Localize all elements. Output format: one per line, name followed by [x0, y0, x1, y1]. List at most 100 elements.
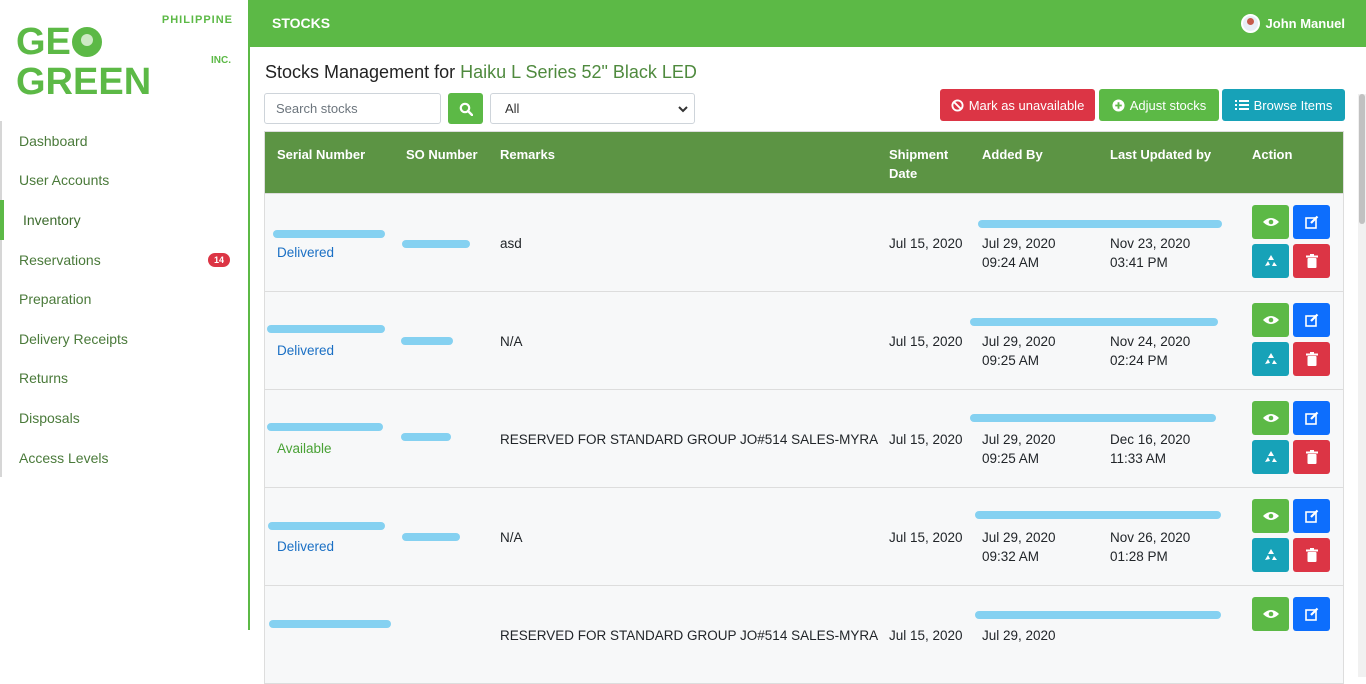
updated-date: Dec 16, 2020: [1110, 432, 1191, 447]
sidebar-item-inventory[interactable]: Inventory: [0, 200, 248, 240]
ban-icon: [951, 98, 964, 112]
sidebar-item-label: Inventory: [23, 211, 81, 228]
company-logo[interactable]: PHILIPPINE GEGREEN INC.: [16, 12, 236, 102]
button-label: Adjust stocks: [1129, 97, 1207, 113]
button-label: Browse Items: [1253, 97, 1333, 113]
recycle-button[interactable]: [1252, 440, 1289, 474]
status-label: Delivered: [277, 539, 335, 554]
remarks-cell: N/A: [500, 530, 523, 545]
edit-button[interactable]: [1293, 401, 1330, 435]
browse-items-button[interactable]: Browse Items: [1222, 89, 1345, 121]
delete-button[interactable]: [1293, 440, 1330, 474]
plus-circle-icon: [1112, 98, 1125, 112]
status-label: Delivered: [277, 245, 335, 260]
shipment-date-cell: Jul 15, 2020: [889, 628, 963, 643]
trash-icon: [1305, 254, 1318, 268]
edit-button[interactable]: [1293, 499, 1330, 533]
logo-inc: INC.: [211, 55, 231, 66]
recycle-button[interactable]: [1252, 342, 1289, 376]
view-button[interactable]: [1252, 597, 1289, 631]
edit-button[interactable]: [1293, 205, 1330, 239]
view-button[interactable]: [1252, 499, 1289, 533]
edit-button[interactable]: [1293, 303, 1330, 337]
eye-icon: [1262, 512, 1279, 520]
user-menu[interactable]: John Manuel: [1240, 14, 1345, 33]
shipment-date-cell: Jul 15, 2020: [889, 236, 963, 251]
sidebar-item-label: Disposals: [19, 409, 80, 426]
redacted-user-names: [975, 511, 1221, 519]
sidebar-item-label: Delivery Receipts: [19, 330, 128, 347]
recycle-button[interactable]: [1252, 244, 1289, 278]
vertical-scrollbar[interactable]: [1358, 94, 1366, 677]
recycle-button[interactable]: [1252, 538, 1289, 572]
view-button[interactable]: [1252, 205, 1289, 239]
redacted-user-names: [970, 318, 1218, 326]
status-label: Delivered: [277, 343, 335, 358]
scrollbar-thumb[interactable]: [1359, 94, 1365, 224]
search-icon: [459, 102, 473, 116]
eye-icon: [1262, 316, 1279, 324]
delete-button[interactable]: [1293, 244, 1330, 278]
view-button[interactable]: [1252, 303, 1289, 337]
recycle-icon: [1264, 255, 1277, 266]
edit-icon: [1304, 411, 1318, 425]
shipment-date-cell: Jul 15, 2020: [889, 334, 963, 349]
sidebar-item-delivery-receipts[interactable]: Delivery Receipts: [2, 319, 248, 359]
sidebar-item-disposals[interactable]: Disposals: [2, 398, 248, 438]
sidebar: PHILIPPINE GEGREEN INC. Dashboard User A…: [0, 0, 250, 630]
eye-icon: [1262, 414, 1279, 422]
added-date: Jul 29, 2020: [982, 432, 1056, 447]
view-button[interactable]: [1252, 401, 1289, 435]
column-header-action: Action: [1252, 147, 1293, 162]
added-time: 09:25 AM: [982, 353, 1040, 368]
chevron-down-icon: [678, 105, 688, 112]
sidebar-item-reservations[interactable]: Reservations 14: [2, 240, 248, 280]
sidebar-item-label: Reservations: [19, 251, 101, 268]
column-header-last-updated-by[interactable]: Last Updated by: [1110, 145, 1211, 164]
redacted-serial-number: [267, 423, 383, 431]
sidebar-item-returns[interactable]: Returns: [2, 359, 248, 399]
sidebar-item-preparation[interactable]: Preparation: [2, 279, 248, 319]
status-label: Available: [277, 441, 332, 456]
table-row: Delivered asd Jul 15, 2020 Jul 29, 2020 …: [265, 193, 1343, 291]
delete-button[interactable]: [1293, 538, 1330, 572]
column-header-added-by[interactable]: Added By: [982, 145, 1043, 164]
stocks-table: Serial Number SO Number Remarks Shipment…: [264, 131, 1344, 684]
column-header-shipment-date[interactable]: Shipment Date: [889, 145, 959, 183]
list-icon: [1234, 100, 1249, 110]
column-header-so-number[interactable]: SO Number: [406, 145, 478, 164]
delete-button[interactable]: [1293, 342, 1330, 376]
shipment-date-cell: Jul 15, 2020: [889, 530, 963, 545]
updated-time: 03:41 PM: [1110, 255, 1168, 270]
edit-button[interactable]: [1293, 597, 1330, 631]
edit-icon: [1304, 313, 1318, 327]
status-filter-select[interactable]: All: [490, 93, 695, 124]
table-row: Delivered N/A Jul 15, 2020 Jul 29, 2020 …: [265, 487, 1343, 585]
mark-unavailable-button[interactable]: Mark as unavailable: [940, 89, 1095, 121]
adjust-stocks-button[interactable]: Adjust stocks: [1099, 89, 1219, 121]
redacted-user-names: [970, 414, 1216, 422]
redacted-user-names: [978, 220, 1222, 228]
sidebar-item-label: Preparation: [19, 291, 92, 308]
remarks-cell: RESERVED FOR STANDARD GROUP JO#514 SALES…: [500, 628, 879, 643]
sidebar-item-dashboard[interactable]: Dashboard: [2, 121, 248, 161]
search-input[interactable]: [264, 93, 441, 124]
filter-selected-value: All: [505, 101, 520, 116]
edit-icon: [1304, 509, 1318, 523]
search-button[interactable]: [448, 93, 483, 124]
updated-date: Nov 26, 2020: [1110, 530, 1191, 545]
column-header-remarks[interactable]: Remarks: [500, 145, 555, 164]
sidebar-item-user-accounts[interactable]: User Accounts: [2, 161, 248, 201]
added-time: 09:24 AM: [982, 255, 1040, 270]
remarks-cell: N/A: [500, 334, 523, 349]
table-row: RESERVED FOR STANDARD GROUP JO#514 SALES…: [265, 585, 1343, 683]
redacted-serial-number: [267, 325, 385, 333]
column-header-serial[interactable]: Serial Number: [277, 145, 365, 164]
sidebar-item-access-levels[interactable]: Access Levels: [2, 438, 248, 478]
updated-time: 02:24 PM: [1110, 353, 1168, 368]
table-row: Available RESERVED FOR STANDARD GROUP JO…: [265, 389, 1343, 487]
reservations-count-badge: 14: [207, 252, 230, 267]
sidebar-item-label: Returns: [19, 370, 69, 387]
edit-icon: [1304, 215, 1318, 229]
updated-time: 11:33 AM: [1110, 451, 1167, 466]
